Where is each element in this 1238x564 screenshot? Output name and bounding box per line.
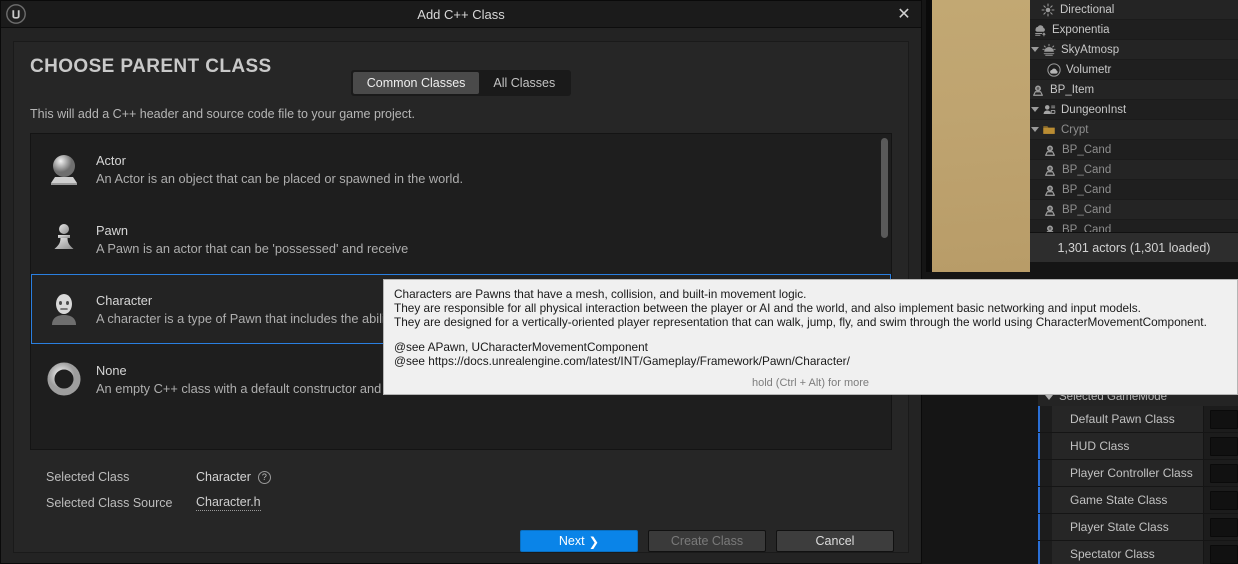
outliner-row[interactable]: BP_Item [1030,80,1238,100]
class-item-actor[interactable]: Actor An Actor is an object that can be p… [31,134,891,204]
details-property-row: Default Pawn Class [1038,406,1238,433]
dialog-footer: Selected Class Character ? Selected Clas… [14,450,908,516]
outliner-row[interactable]: Crypt [1030,120,1238,140]
outliner-row[interactable]: Volumetr [1030,60,1238,80]
selected-class-source-row: Selected Class Source Character.h [46,490,892,516]
details-property-row: Spectator Class [1038,541,1238,564]
tooltip-see-line: @see APawn, UCharacterMovementComponent [394,340,648,354]
class-item-pawn[interactable]: Pawn A Pawn is an actor that can be 'poss… [31,204,891,274]
details-property-label: Player State Class [1052,514,1204,540]
dialog-titlebar[interactable]: Add C++ Class ✕ [1,1,921,28]
outliner-row[interactable]: BP_Cand [1030,200,1238,220]
directional-light-icon [1040,2,1056,18]
selected-class-value-group: Character ? [196,470,271,484]
outliner-row-label: SkyAtmosp [1061,43,1120,56]
details-property-value-field[interactable] [1210,517,1238,537]
outliner-row[interactable]: Exponentia [1030,20,1238,40]
cancel-button[interactable]: Cancel [776,530,894,552]
volumetric-cloud-icon [1046,62,1062,78]
details-property-label: Default Pawn Class [1052,406,1204,432]
tooltip-line: They are designed for a vertically-orien… [394,315,1207,329]
details-property-label: Player Controller Class [1052,460,1204,486]
blueprint-actor-icon [1042,182,1058,198]
chevron-down-icon[interactable] [1030,104,1041,115]
blueprint-actor-icon [1042,142,1058,158]
question-mark-icon[interactable]: ? [257,470,271,484]
details-property-value-field[interactable] [1210,544,1238,564]
details-panel[interactable]: Selected GameMode Default Pawn Class HUD … [1038,388,1238,564]
selected-class-source-link[interactable]: Character.h [196,495,261,511]
tab-common-classes[interactable]: Common Classes [352,72,480,94]
class-item-description: A Pawn is an actor that can be 'possesse… [96,240,409,256]
class-item-name: Pawn [96,222,129,238]
tooltip-line: Characters are Pawns that have a mesh, c… [394,287,807,301]
sphere-on-base-icon [46,151,82,187]
selected-class-value: Character [196,470,251,484]
details-property-value-field[interactable] [1210,463,1238,483]
details-property-row: Game State Class [1038,487,1238,514]
next-button-label: Next [558,534,585,548]
details-property-label: Game State Class [1052,487,1204,513]
dialog-title: Add C++ Class [417,6,505,22]
unreal-engine-logo-icon [5,3,27,25]
dialog-button-row: Next ❯ Create Class Cancel [14,516,908,552]
selected-class-label: Selected Class [46,470,130,484]
outliner-row-label: Exponentia [1052,23,1110,36]
tooltip-see-line: @see https://docs.unrealengine.com/lates… [394,354,850,368]
outliner-row-label: BP_Cand [1062,183,1112,196]
details-property-row: HUD Class [1038,433,1238,460]
outliner-row-label: BP_Item [1050,83,1095,96]
close-icon[interactable]: ✕ [893,4,915,25]
chess-pawn-icon [46,221,82,257]
outliner-row[interactable]: BP_Cand [1030,140,1238,160]
outliner-row[interactable]: SkyAtmosp [1030,40,1238,60]
class-item-name: Actor [96,152,126,168]
world-outliner[interactable]: Directional Exponentia SkyAtmosp Volumetr BP… [1030,0,1238,240]
blueprint-actor-icon [1042,162,1058,178]
details-property-value-field[interactable] [1210,409,1238,429]
folder-icon [1041,122,1057,138]
class-tooltip: Characters are Pawns that have a mesh, c… [383,279,1238,395]
outliner-row-label: BP_Cand [1062,143,1112,156]
details-property-row: Player State Class [1038,514,1238,541]
details-property-row: Player Controller Class [1038,460,1238,487]
outliner-row-label: Directional [1060,3,1115,16]
blueprint-actor-icon [1030,82,1046,98]
selected-class-source-label: Selected Class Source [46,496,173,510]
character-bust-icon [46,291,82,327]
actors-count-status: 1,301 actors (1,301 loaded) [1030,232,1238,262]
outliner-row-label: Volumetr [1066,63,1112,76]
class-item-description: An Actor is an object that can be placed… [96,170,464,186]
outliner-row-label: BP_Cand [1062,203,1112,216]
level-viewport[interactable] [930,0,1030,272]
tooltip-hint: hold (Ctrl + Alt) for more [751,377,870,389]
next-button[interactable]: Next ❯ [520,530,638,552]
blueprint-actor-icon [1042,202,1058,218]
chevron-right-icon: ❯ [588,534,600,549]
chevron-down-icon[interactable] [1030,44,1041,55]
fog-icon [1032,22,1048,38]
outliner-row-label: Crypt [1061,123,1089,136]
class-list-scrollbar[interactable] [881,138,888,238]
details-property-label: Spectator Class [1052,541,1204,564]
details-property-value-field[interactable] [1210,490,1238,510]
details-property-label: HUD Class [1052,433,1204,459]
chevron-down-icon[interactable] [1030,124,1041,135]
outliner-row-label: BP_Cand [1062,163,1112,176]
create-class-button[interactable]: Create Class [648,530,766,552]
outliner-row[interactable]: BP_Cand [1030,180,1238,200]
tab-all-classes[interactable]: All Classes [479,72,569,94]
class-filter-tabs: Common Classes All Classes [14,70,908,96]
ring-icon [46,361,82,397]
outliner-row[interactable]: BP_Cand [1030,160,1238,180]
dungeon-instance-icon [1041,102,1057,118]
tooltip-line: They are responsible for all physical in… [394,301,1141,315]
outliner-row[interactable]: Directional [1030,0,1238,20]
sky-atmosphere-icon [1041,42,1057,58]
outliner-row-label: DungeonInst [1061,103,1127,116]
details-property-value-field[interactable] [1210,436,1238,456]
dialog-subtext: This will add a C++ header and source co… [30,107,415,121]
outliner-row[interactable]: DungeonInst [1030,100,1238,120]
selected-class-row: Selected Class Character ? [46,464,892,490]
